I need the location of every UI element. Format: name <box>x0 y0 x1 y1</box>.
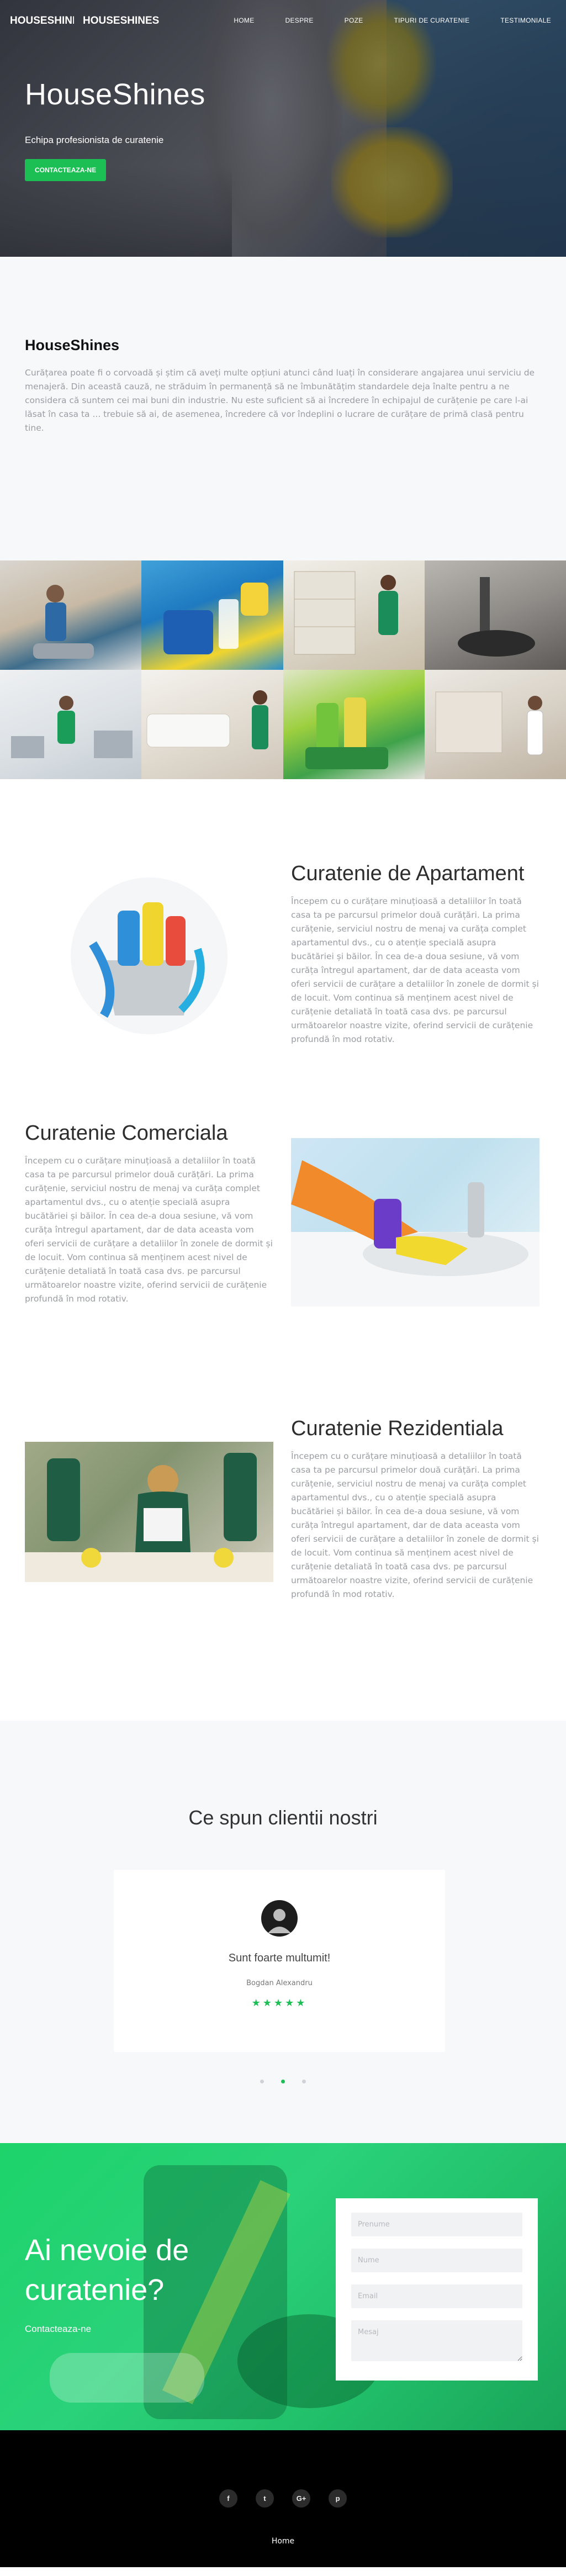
photo-gallery <box>0 560 566 779</box>
user-icon <box>268 1909 291 1933</box>
services-section: Curatenie de Apartament Începem cu o cur… <box>0 779 566 1721</box>
contact-section: Ai nevoie de curatenie? Contacteaza-ne <box>0 2143 566 2430</box>
kitchen-cleaners-illustration <box>25 1442 273 1582</box>
carousel-dots <box>0 2075 566 2086</box>
testimonials-section: Ce spun clientii nostri Sunt foarte mult… <box>0 1721 566 2143</box>
nav-item-home[interactable]: HOME <box>234 17 254 24</box>
residential-description: Începem cu o curățare minuțioasă a detal… <box>291 1451 539 1599</box>
carousel-dot-2[interactable] <box>281 2080 285 2083</box>
social-links: f t G+ p <box>0 2489 566 2508</box>
supplies-illustration <box>163 583 269 654</box>
footer-home-link[interactable]: Home <box>0 2537 566 2546</box>
about-section: HouseShines Curățarea poate fi o corvoad… <box>0 257 566 560</box>
cleaning-bucket-illustration <box>71 877 228 1034</box>
top-navbar: HOUSESHINES HOUSESHINES HOME DESPRE POZE… <box>0 0 566 43</box>
hero-content: HouseShines Echipa profesionista de cura… <box>25 77 205 181</box>
kitchen-illustration <box>435 691 543 755</box>
contact-title: Ai nevoie de curatenie? <box>25 2234 189 2307</box>
footer: f t G+ p Home <box>0 2430 566 2567</box>
apartment-text: Curatenie de Apartament Începem cu o cur… <box>291 862 539 1046</box>
avatar <box>261 1900 298 1937</box>
nav-item-poze[interactable]: POZE <box>345 17 363 24</box>
living-room-illustration <box>146 690 269 749</box>
nav-menu: HOME DESPRE POZE TIPURI DE CURATENIE TES… <box>203 17 551 24</box>
contact-cta-button[interactable]: CONTACTEAZA-NE <box>25 159 107 181</box>
first-name-field[interactable] <box>351 2213 522 2236</box>
nav-item-despre[interactable]: DESPRE <box>285 17 314 24</box>
nav-item-testimoniale[interactable]: TESTIMONIALE <box>500 17 551 24</box>
service-commercial: Curatenie Comerciala Începem cu o curăța… <box>0 1122 566 1417</box>
google-plus-icon[interactable]: G+ <box>292 2489 311 2508</box>
commercial-photo <box>291 1138 539 1306</box>
contact-subtitle: Contacteaza-ne <box>25 2324 92 2334</box>
carousel-dot-3[interactable] <box>302 2080 306 2083</box>
twitter-icon[interactable]: t <box>255 2489 274 2508</box>
hero-title: HouseShines <box>25 78 205 111</box>
testimonial-quote: Sunt foarte multumit! <box>228 1952 331 1964</box>
caddy-illustration <box>305 697 388 769</box>
cleaner-illustration <box>33 585 94 659</box>
hero-subtitle: Echipa profesionista de curatenie <box>25 135 164 145</box>
testimonial-author: Bogdan Alexandru <box>246 1979 313 1987</box>
gallery-photo-cleaner-kitchen[interactable] <box>424 670 566 779</box>
contact-form <box>336 2198 538 2381</box>
message-field[interactable] <box>351 2320 522 2361</box>
apartment-title: Curatenie de Apartament <box>291 862 525 885</box>
gallery-photo-cleaning-caddy[interactable] <box>283 670 425 779</box>
email-field[interactable] <box>351 2284 522 2308</box>
hero-section: HOUSESHINES HOUSESHINES HOME DESPRE POZE… <box>0 0 566 257</box>
last-name-field[interactable] <box>351 2249 522 2272</box>
nav-item-tipuri-de-curatenie[interactable]: TIPURI DE CURATENIE <box>394 17 470 24</box>
about-title: HouseShines <box>25 337 120 353</box>
testimonials-title: Ce spun clientii nostri <box>188 1806 378 1829</box>
residential-title: Curatenie Rezidentiala <box>291 1417 504 1440</box>
gallery-photo-cleaner-office[interactable] <box>0 670 142 779</box>
star-rating-icon: ★★★★★ <box>251 1997 308 2009</box>
testimonial-card: Sunt foarte multumit! Bogdan Alexandru ★… <box>114 1870 445 2052</box>
brand-logo[interactable]: HOUSESHINES <box>10 15 74 27</box>
residential-text: Curatenie Rezidentiala Începem cu o cură… <box>291 1417 539 1601</box>
office-illustration <box>11 696 133 758</box>
sink-cleaning-illustration <box>291 1160 539 1306</box>
pinterest-icon[interactable]: p <box>329 2489 347 2508</box>
gallery-photo-cleaning-supplies-bucket[interactable] <box>141 560 283 670</box>
residential-photo <box>25 1442 273 1582</box>
gallery-photo-cleaner-floor-machine[interactable] <box>0 560 142 670</box>
service-apartment: Curatenie de Apartament Începem cu o cur… <box>0 862 566 1122</box>
brand-title[interactable]: HOUSESHINES <box>83 15 159 27</box>
apartment-photo <box>71 877 228 1035</box>
commercial-title: Curatenie Comerciala <box>25 1122 228 1145</box>
contact-bg-photo-floor <box>50 2353 204 2403</box>
service-residential: Curatenie Rezidentiala Începem cu o cură… <box>0 1417 566 1721</box>
gallery-photo-vacuum-closeup[interactable] <box>424 560 566 670</box>
vacuum-illustration <box>457 577 535 657</box>
gallery-photo-vacuum-living-room[interactable] <box>141 670 283 779</box>
about-text: Curățarea poate fi o corvoadă și știm că… <box>25 368 535 433</box>
shelves-illustration <box>294 571 398 655</box>
commercial-description: Începem cu o curățare minuțioasă a detal… <box>25 1156 273 1304</box>
commercial-text: Curatenie Comerciala Începem cu o curăța… <box>25 1122 273 1306</box>
gallery-photo-cleaner-shelves[interactable] <box>283 560 425 670</box>
carousel-dot-1[interactable] <box>260 2080 264 2083</box>
facebook-icon[interactable]: f <box>219 2489 237 2508</box>
apartment-description: Începem cu o curățare minuțioasă a detal… <box>291 896 539 1044</box>
